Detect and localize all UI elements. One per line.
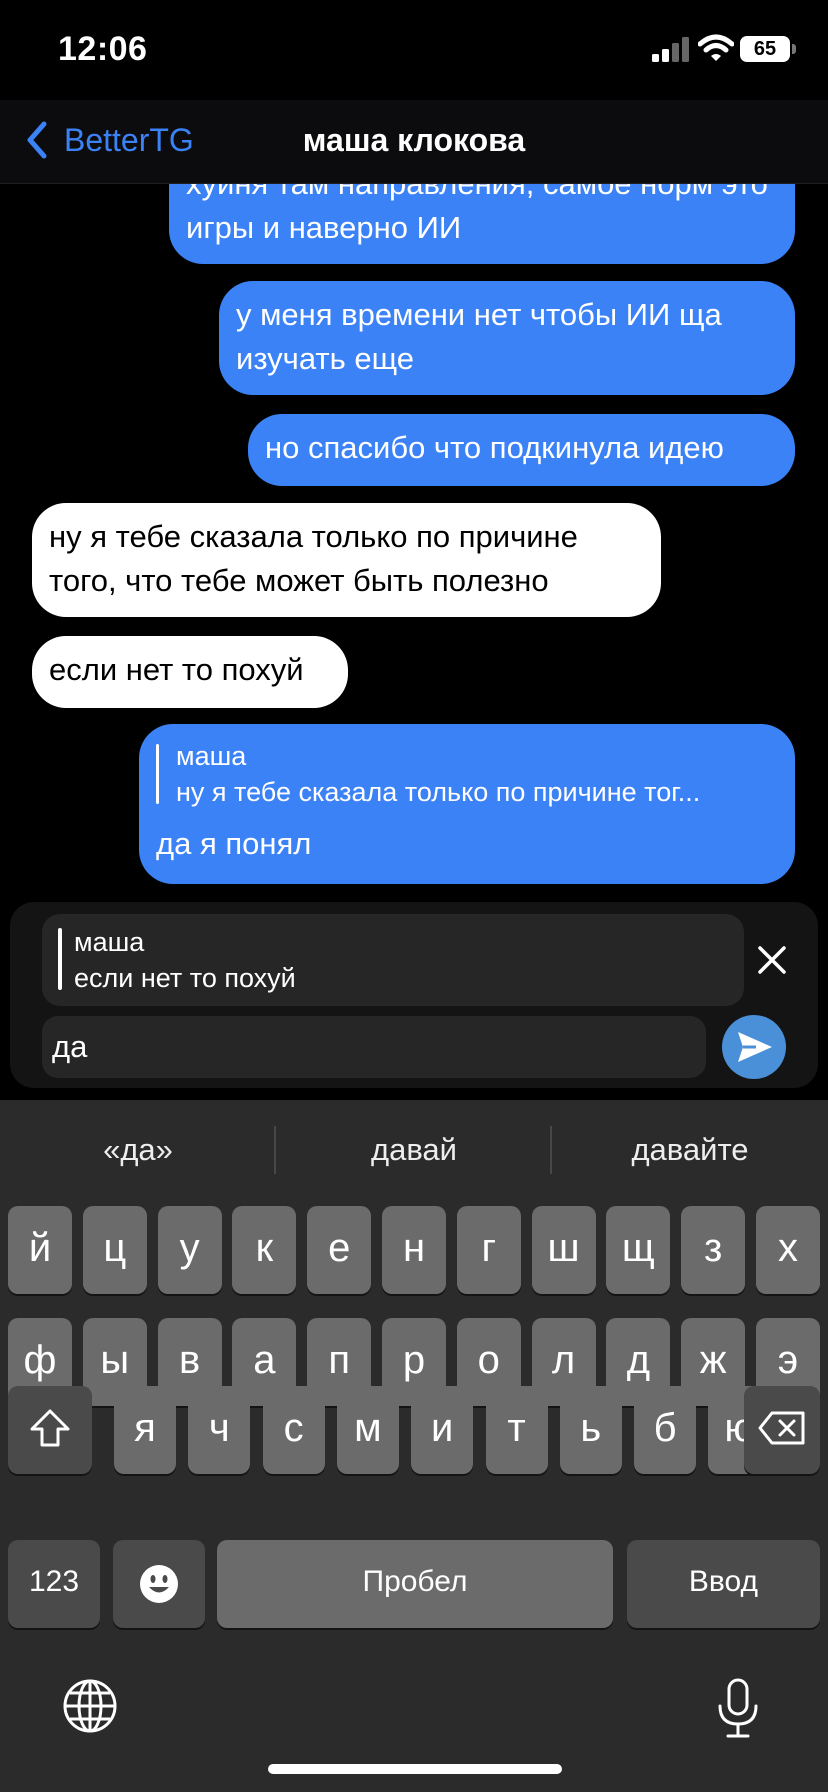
composer: маша если нет то похуй да [10,902,818,1088]
microphone-icon[interactable] [716,1678,760,1740]
suggestion-3[interactable]: давайте [552,1124,828,1176]
suggestion-bar: «да» давай давайте [0,1124,828,1176]
key-8[interactable]: б [634,1386,697,1474]
key-5[interactable]: и [411,1386,474,1474]
cellular-signal-icon [652,37,689,62]
key-1[interactable]: я [114,1386,176,1474]
key-11[interactable]: х [756,1206,820,1294]
key-6[interactable]: н [382,1206,446,1294]
key-2[interactable]: ц [82,1206,147,1294]
message-list[interactable]: хуйня там направления, самое норм это иг… [0,184,828,900]
backspace-icon [758,1411,805,1445]
status-bar: 12:06 65 [0,0,828,100]
status-time: 12:06 [58,30,148,68]
shift-key[interactable] [8,1386,92,1474]
reply-text: ну я тебе сказала только по причине тог.… [176,777,701,807]
reply-author: маша [176,741,247,771]
key-4[interactable]: к [232,1206,297,1294]
reply-preview-author: маша [74,927,145,957]
message-bubble[interactable]: хуйня там направления, самое норм это иг… [169,184,795,264]
key-9[interactable]: щ [606,1206,671,1294]
return-key[interactable]: Ввод [627,1540,820,1628]
message-bubble[interactable]: у меня времени нет чтобы ИИ ща изучать е… [219,281,795,395]
chat-header: BetterTG маша клокова [0,100,828,184]
emoji-icon [140,1565,178,1603]
message-bubble[interactable]: если нет то похуй [32,636,348,708]
close-icon[interactable] [750,938,794,982]
battery-level: 65 [740,36,790,62]
send-button[interactable] [722,1015,786,1079]
reply-preview[interactable]: маша если нет то похуй [42,914,744,1006]
send-icon [738,1032,772,1062]
suggestion-2[interactable]: давай [276,1124,552,1176]
chat-title[interactable]: маша клокова [0,122,828,159]
key-4[interactable]: м [336,1386,399,1474]
key-3[interactable]: у [157,1206,222,1294]
message-bubble[interactable]: маша ну я тебе сказала только по причине… [139,724,795,884]
message-input[interactable]: да [42,1016,706,1078]
backspace-key[interactable] [744,1386,820,1474]
space-key[interactable]: Пробел [217,1540,613,1628]
keyboard: «да» давай давайте йцукенгшщзх фывапролд… [0,1100,828,1792]
reply-preview-text: если нет то похуй [74,963,296,993]
emoji-key[interactable] [113,1540,205,1628]
key-8[interactable]: ш [531,1206,596,1294]
reply-quote[interactable]: маша ну я тебе сказала только по причине… [156,738,778,810]
key-7[interactable]: г [456,1206,521,1294]
numbers-key[interactable]: 123 [8,1540,100,1628]
shift-icon [30,1409,70,1447]
message-bubble[interactable]: ну я тебе сказала только по причине того… [32,503,661,617]
key-5[interactable]: е [307,1206,372,1294]
key-10[interactable]: з [681,1206,746,1294]
home-indicator[interactable] [268,1764,562,1774]
wifi-icon [698,34,734,61]
key-2[interactable]: ч [188,1386,251,1474]
battery-icon: 65 [740,36,796,62]
globe-icon[interactable] [62,1678,118,1734]
key-3[interactable]: с [262,1386,325,1474]
key-1[interactable]: й [8,1206,72,1294]
key-6[interactable]: т [485,1386,548,1474]
message-bubble[interactable]: но спасибо что подкинула идею [248,414,795,486]
message-text: да я понял [156,826,312,861]
key-7[interactable]: ь [559,1386,622,1474]
suggestion-1[interactable]: «да» [0,1124,276,1176]
